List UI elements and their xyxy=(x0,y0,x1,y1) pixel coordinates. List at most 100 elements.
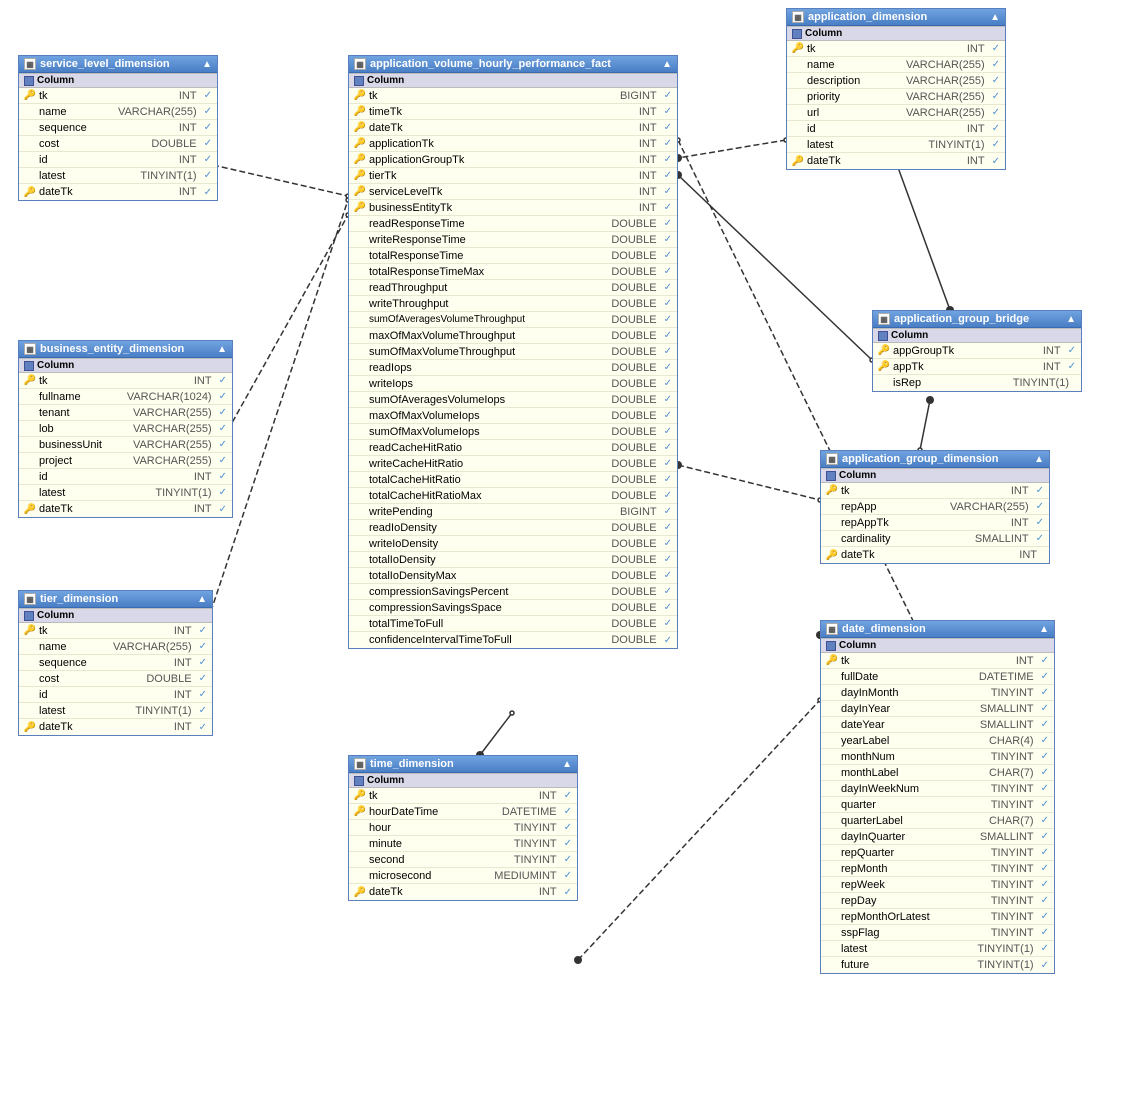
empty-icon xyxy=(354,870,366,882)
table-row: lobVARCHAR(255)✓ xyxy=(19,421,232,437)
table-row: totalIoDensityMaxDOUBLE✓ xyxy=(349,568,677,584)
fk-icon: 🔑 xyxy=(354,138,366,150)
table-row: 🔑tkINT✓ xyxy=(821,653,1054,669)
empty-icon xyxy=(354,410,366,422)
table-row: 🔑tkINT✓ xyxy=(19,88,217,104)
section-label-datedim: Column xyxy=(839,640,876,651)
table-row: dayInWeekNumTINYINT✓ xyxy=(821,781,1054,797)
empty-icon xyxy=(826,533,838,545)
table-row: repWeekTINYINT✓ xyxy=(821,877,1054,893)
pk-icon: 🔑 xyxy=(826,485,838,497)
table-title-td: tier_dimension xyxy=(40,593,118,605)
table-row: dayInMonthTINYINT✓ xyxy=(821,685,1054,701)
empty-icon xyxy=(354,458,366,470)
empty-icon xyxy=(24,423,36,435)
pk-icon: 🔑 xyxy=(354,790,366,802)
table-row: 🔑tkINT✓ xyxy=(349,788,577,804)
table-application-volume-hourly-performance-fact[interactable]: ▦ application_volume_hourly_performance_… xyxy=(348,55,678,649)
table-row: 🔑tierTkINT✓ xyxy=(349,168,677,184)
table-row: 🔑serviceLevelTkINT✓ xyxy=(349,184,677,200)
empty-icon xyxy=(24,391,36,403)
empty-icon xyxy=(826,959,838,971)
empty-icon xyxy=(354,854,366,866)
table-row: repMonthOrLatestTINYINT✓ xyxy=(821,909,1054,925)
empty-icon xyxy=(878,377,890,389)
fk-icon: 🔑 xyxy=(878,345,890,357)
empty-icon xyxy=(354,490,366,502)
sort-icon-sld: ▲ xyxy=(202,59,212,70)
table-row: 🔑dateTkINT✓ xyxy=(19,501,232,517)
table-row: secondTINYINT✓ xyxy=(349,852,577,868)
table-tier-dimension[interactable]: ▦ tier_dimension ▲ Column 🔑tkINT✓ nameVA… xyxy=(18,590,213,736)
empty-icon xyxy=(826,501,838,513)
empty-icon xyxy=(354,602,366,614)
table-icon-appdim: ▦ xyxy=(792,11,804,23)
empty-icon xyxy=(354,362,366,374)
table-icon-timedim: ▦ xyxy=(354,758,366,770)
table-row: sumOfAveragesVolumeIopsDOUBLE✓ xyxy=(349,392,677,408)
table-row: readIoDensityDOUBLE✓ xyxy=(349,520,677,536)
empty-icon xyxy=(354,570,366,582)
empty-icon xyxy=(826,703,838,715)
section-icon-td xyxy=(24,611,34,621)
table-row: totalCacheHitRatioDOUBLE✓ xyxy=(349,472,677,488)
table-business-entity-dimension[interactable]: ▦ business_entity_dimension ▲ Column 🔑tk… xyxy=(18,340,233,518)
table-row: repAppVARCHAR(255)✓ xyxy=(821,499,1049,515)
section-label-agb: Column xyxy=(891,330,928,341)
fk-icon: 🔑 xyxy=(24,503,36,515)
empty-icon xyxy=(354,218,366,230)
table-row: urlVARCHAR(255)✓ xyxy=(787,105,1005,121)
table-date-dimension[interactable]: ▦ date_dimension ▲ Column 🔑tkINT✓ fullDa… xyxy=(820,620,1055,974)
empty-icon xyxy=(792,91,804,103)
table-row: writeIoDensityDOUBLE✓ xyxy=(349,536,677,552)
table-row: cardinalitySMALLINT✓ xyxy=(821,531,1049,547)
empty-icon xyxy=(354,822,366,834)
fk-icon: 🔑 xyxy=(354,202,366,214)
section-header-timedim: Column xyxy=(349,773,577,788)
table-row: descriptionVARCHAR(255)✓ xyxy=(787,73,1005,89)
empty-icon xyxy=(354,426,366,438)
table-application-dimension[interactable]: ▦ application_dimension ▲ Column 🔑tkINT✓… xyxy=(786,8,1006,170)
table-icon-td: ▦ xyxy=(24,593,36,605)
table-application-group-dimension[interactable]: ▦ application_group_dimension ▲ Column 🔑… xyxy=(820,450,1050,564)
table-row: totalResponseTimeMaxDOUBLE✓ xyxy=(349,264,677,280)
section-header-appdim: Column xyxy=(787,26,1005,41)
empty-icon xyxy=(354,282,366,294)
section-label-sld: Column xyxy=(37,75,74,86)
fk-icon: 🔑 xyxy=(354,106,366,118)
sort-icon-avhpf: ▲ xyxy=(662,59,672,70)
table-row: 🔑tkINT✓ xyxy=(787,41,1005,57)
table-title-sld: service_level_dimension xyxy=(40,58,170,70)
table-row: confidenceIntervalTimeToFullDOUBLE✓ xyxy=(349,632,677,648)
table-row: 🔑applicationTkINT✓ xyxy=(349,136,677,152)
empty-icon xyxy=(354,250,366,262)
empty-icon xyxy=(826,879,838,891)
section-icon-timedim xyxy=(354,776,364,786)
table-row: costDOUBLE✓ xyxy=(19,671,212,687)
table-row: idINT✓ xyxy=(19,469,232,485)
table-time-dimension[interactable]: ▦ time_dimension ▲ Column 🔑tkINT✓ 🔑hourD… xyxy=(348,755,578,901)
empty-icon xyxy=(354,394,366,406)
empty-icon xyxy=(826,927,838,939)
table-row: latestTINYINT(1)✓ xyxy=(19,703,212,719)
table-service-level-dimension[interactable]: ▦ service_level_dimension ▲ Column 🔑tkIN… xyxy=(18,55,218,201)
empty-icon xyxy=(826,671,838,683)
empty-icon xyxy=(24,487,36,499)
table-title-timedim: time_dimension xyxy=(370,758,454,770)
table-row: idINT✓ xyxy=(19,687,212,703)
empty-icon xyxy=(826,831,838,843)
table-application-group-bridge[interactable]: ▦ application_group_bridge ▲ Column 🔑app… xyxy=(872,310,1082,392)
empty-icon xyxy=(826,815,838,827)
empty-icon xyxy=(24,455,36,467)
table-row: monthNumTINYINT✓ xyxy=(821,749,1054,765)
table-row: 🔑tkINT✓ xyxy=(19,373,232,389)
table-title-agb: application_group_bridge xyxy=(894,313,1029,325)
table-row: totalResponseTimeDOUBLE✓ xyxy=(349,248,677,264)
sort-icon-datedim: ▲ xyxy=(1039,624,1049,635)
er-diagram: ▦ application_volume_hourly_performance_… xyxy=(0,0,1146,1093)
section-label-timedim: Column xyxy=(367,775,404,786)
table-row: hourTINYINT✓ xyxy=(349,820,577,836)
pk-icon: 🔑 xyxy=(826,655,838,667)
sort-icon-bed: ▲ xyxy=(217,344,227,355)
table-icon-bed: ▦ xyxy=(24,343,36,355)
